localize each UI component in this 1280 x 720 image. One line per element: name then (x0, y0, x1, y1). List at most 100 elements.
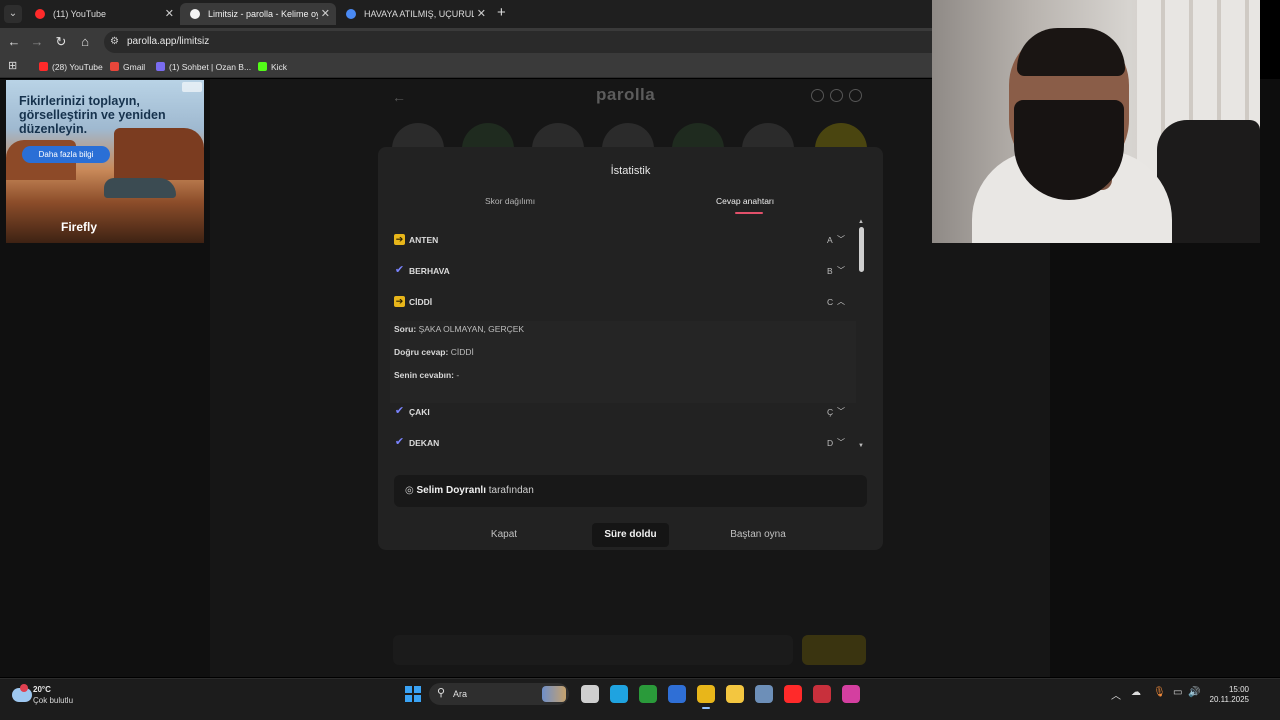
close-tab-icon[interactable]: ✕ (321, 3, 330, 25)
chevron-down-icon[interactable]: ﹀ (837, 400, 845, 424)
correct-answer-line: Doğru cevap: CİDDİ (394, 347, 474, 357)
edge-icon[interactable] (610, 685, 628, 703)
skip-arrow-icon: ➔ (394, 234, 405, 245)
chevron-down-icon[interactable]: ﹀ (837, 431, 845, 454)
submit-button[interactable] (802, 635, 866, 665)
youtube-icon[interactable] (784, 685, 802, 703)
your-answer-text: - (456, 370, 460, 380)
close-tab-icon[interactable]: ✕ (165, 3, 174, 25)
onedrive-icon[interactable]: ☁ (1131, 687, 1141, 698)
file-explorer-icon[interactable] (726, 685, 744, 703)
bookmark-kick[interactable]: Kick (258, 56, 287, 78)
app-red-icon[interactable] (813, 685, 831, 703)
profile-icon[interactable] (849, 89, 862, 102)
your-answer-label: Senin cevabın: (394, 370, 454, 380)
tab-answer-key[interactable]: Cevap anahtarı (716, 196, 774, 206)
outlook-icon[interactable] (668, 685, 686, 703)
youtube-icon (39, 62, 48, 71)
new-tab-button[interactable]: + (497, 4, 506, 22)
answer-letter: Ç (827, 407, 834, 417)
tab-parolla[interactable]: Limitsiz - parolla - Kelime oyunu ✕ (180, 3, 336, 25)
back-arrow-icon[interactable]: ← (5, 33, 23, 51)
bookmarks-bar: ⊞ (28) YouTube Gmail (1) Sohbet | Ozan B… (0, 56, 932, 78)
answer-word: DEKAN (409, 438, 440, 448)
scroll-up-arrow-icon[interactable]: ▲ (858, 219, 864, 225)
statistics-modal: İstatistik Skor dağılımı Cevap anahtarı … (378, 147, 883, 550)
chrome-icon[interactable] (697, 685, 715, 709)
time-up-button[interactable]: Süre doldu (592, 523, 669, 547)
answer-row-caki[interactable]: ✔ ÇAKI Ç ﹀ (390, 400, 856, 424)
close-button[interactable]: Kapat (478, 523, 530, 547)
answer-word: ANTEN (409, 235, 439, 245)
tab-havaya-atilmis[interactable]: HAVAYA ATILMIŞ, UÇURULMUŞ ✕ (336, 3, 492, 25)
tray-overflow-chevron-icon[interactable]: ︿ (1111, 687, 1121, 702)
windows-start-icon[interactable] (405, 686, 421, 702)
weather-condition: Çok bulutlu (33, 696, 74, 705)
ad-choices-icon[interactable] (182, 82, 202, 92)
system-clock[interactable]: 15:00 20.11.2025 (1205, 685, 1249, 705)
network-icon[interactable]: ▭ (1173, 687, 1182, 698)
bookmark-label: Gmail (123, 62, 146, 72)
reload-icon[interactable]: ↻ (52, 33, 70, 51)
bookmark-sohbet[interactable]: (1) Sohbet | Ozan B... (156, 56, 251, 78)
close-tab-icon[interactable]: ✕ (477, 3, 486, 25)
firefly-ad[interactable]: Fikirlerinizi toplayın, görselleştirin v… (6, 80, 204, 243)
back-arrow-icon[interactable]: ← (392, 89, 406, 105)
address-bar[interactable]: ⚙ parolla.app/limitsiz (104, 31, 932, 53)
volume-icon[interactable]: 🔊 (1188, 687, 1200, 698)
clock-time: 15:00 (1228, 685, 1249, 694)
scrollbar-thumb[interactable] (859, 227, 864, 272)
xbox-icon[interactable] (639, 685, 657, 703)
correct-answer-text: CİDDİ (450, 347, 474, 357)
your-answer-line: Senin cevabın: - (394, 370, 459, 380)
question-line: Soru: ŞAKA OLMAYAN, GERÇEK (394, 324, 524, 334)
question-text: ŞAKA OLMAYAN, GERÇEK (418, 324, 525, 334)
author-name[interactable]: Selim Doyranlı (417, 485, 486, 496)
bookmark-youtube[interactable]: (28) YouTube (39, 56, 103, 78)
windows-taskbar: 20°C Çok bulutlu ⚲ Ara ︿ ☁ 🎙 ▭ 🔊 15:00 2… (0, 678, 1280, 720)
steam-icon[interactable] (755, 685, 773, 703)
chevron-down-icon[interactable]: ﹀ (837, 228, 845, 252)
url-text[interactable]: parolla.app/limitsiz (127, 31, 209, 53)
parolla-favicon-icon (190, 9, 200, 19)
task-view-icon[interactable] (581, 685, 599, 703)
check-icon: ✔ (394, 405, 405, 417)
home-icon[interactable]: ⌂ (76, 33, 94, 51)
list-scrollbar[interactable]: ▲ ▼ (858, 219, 865, 451)
stats-icon[interactable] (830, 89, 843, 102)
check-icon: ✔ (394, 264, 405, 276)
chevron-down-icon[interactable]: ﹀ (837, 259, 845, 283)
taskbar-search[interactable]: ⚲ Ara (429, 683, 569, 705)
chevron-up-icon[interactable]: ︿ (837, 290, 845, 314)
answer-row-dekan[interactable]: ✔ DEKAN D ﹀ (390, 431, 856, 454)
answer-input[interactable] (393, 635, 793, 665)
gmail-icon (110, 62, 119, 71)
scroll-down-arrow-icon[interactable]: ▼ (858, 443, 864, 449)
site-info-icon[interactable]: ⚙ (110, 36, 119, 47)
answer-row-berhava[interactable]: ✔ BERHAVA B ﹀ (390, 259, 856, 283)
tab-search-chevron-icon[interactable]: ⌄ (4, 5, 22, 23)
restart-button[interactable]: Baştan oyna (718, 523, 798, 547)
parolla-logo: parolla (596, 85, 656, 104)
answer-row-anten[interactable]: ➔ ANTEN A ﹀ (390, 228, 856, 252)
ad-learn-more-button[interactable]: Daha fazla bilgi (22, 146, 110, 163)
youtube-favicon-icon (35, 9, 45, 19)
tab-score-distribution[interactable]: Skor dağılımı (485, 196, 535, 206)
answer-row-ciddi[interactable]: ➔ CİDDİ C ︿ (390, 290, 856, 314)
tab-title: Limitsiz - parolla - Kelime oyunu (208, 9, 318, 19)
answer-key-list: ➔ ANTEN A ﹀ ✔ BERHAVA B ﹀ ➔ CİDDİ C ︿ So… (390, 224, 856, 454)
browser-tab-bar: ⌄ (11) YouTube ✕ Limitsiz - parolla - Ke… (0, 0, 932, 28)
tab-youtube[interactable]: (11) YouTube ✕ (25, 3, 180, 25)
forward-arrow-icon[interactable]: → (28, 33, 46, 51)
answer-details: Soru: ŞAKA OLMAYAN, GERÇEK Doğru cevap: … (390, 321, 856, 403)
author-suffix: tarafından (488, 485, 534, 496)
info-icon[interactable] (811, 89, 824, 102)
microphone-icon[interactable]: 🎙 (1153, 687, 1166, 698)
question-label: Soru: (394, 324, 417, 334)
author-credit: ◎ Selim Doyranlı tarafından (394, 475, 867, 507)
bookmark-gmail[interactable]: Gmail (110, 56, 145, 78)
search-icon: ⚲ (437, 687, 446, 699)
apps-grid-icon[interactable]: ⊞ (8, 59, 17, 72)
instagram-icon[interactable] (842, 685, 860, 703)
ad-headline: Fikirlerinizi toplayın, görselleştirin v… (19, 94, 166, 136)
